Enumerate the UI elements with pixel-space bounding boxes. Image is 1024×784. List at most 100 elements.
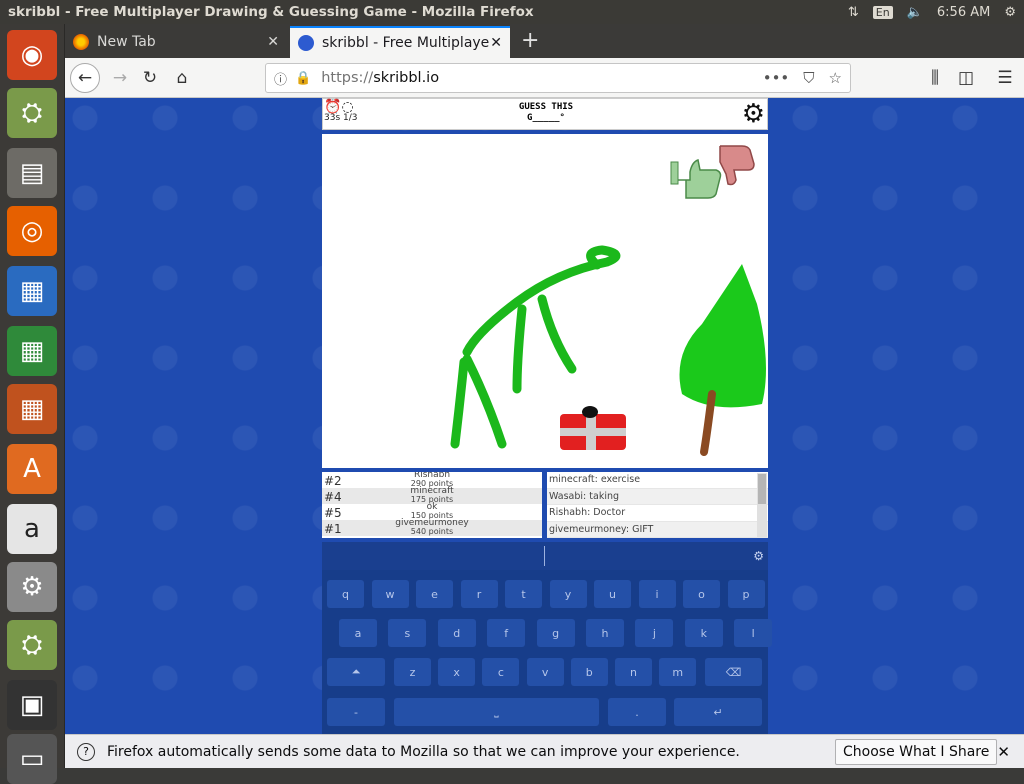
- key-a[interactable]: a: [339, 619, 377, 647]
- disk-installer-2-icon[interactable]: ⛭: [7, 620, 57, 670]
- save-disk-icon[interactable]: ▣: [7, 680, 57, 730]
- sidebar-icon[interactable]: ◫: [951, 63, 981, 93]
- back-icon[interactable]: ←: [70, 63, 100, 93]
- window-title: skribbl - Free Multiplayer Drawing & Gue…: [8, 4, 534, 20]
- skribbl-tab-icon: [298, 35, 314, 51]
- power-icon[interactable]: ⚙: [1004, 5, 1016, 20]
- key-b[interactable]: b: [570, 658, 608, 686]
- text-caret: [544, 546, 545, 566]
- close-notification-icon[interactable]: ✕: [997, 743, 1010, 761]
- bookmark-star-icon[interactable]: ☆: [829, 69, 842, 87]
- writer-icon[interactable]: ▦: [7, 266, 57, 316]
- tab-skribbl[interactable]: skribbl - Free Multiplaye ✕: [290, 26, 510, 58]
- tab-label: New Tab: [97, 34, 156, 50]
- key-g[interactable]: g: [536, 619, 575, 647]
- amazon-icon[interactable]: a: [7, 504, 57, 554]
- thumbs-down-icon[interactable]: [719, 145, 755, 186]
- data-collection-notification: ? Firefox automatically sends some data …: [65, 734, 1024, 768]
- chat-box: minecraft: exercise Wasabi: taking Rishabh…: [547, 472, 768, 538]
- impress-icon[interactable]: ▦: [7, 384, 57, 434]
- page-actions-icon[interactable]: •••: [763, 69, 790, 87]
- key-v[interactable]: v: [526, 658, 564, 686]
- clock[interactable]: 6:56 AM: [937, 5, 990, 20]
- drawing-canvas[interactable]: [322, 134, 768, 468]
- key-p[interactable]: p: [727, 580, 765, 608]
- pocket-icon[interactable]: ⛉: [803, 69, 814, 87]
- key-n[interactable]: n: [615, 658, 652, 686]
- enter-key[interactable]: ↵: [674, 698, 762, 726]
- keyboard-language-indicator[interactable]: En: [872, 5, 893, 19]
- network-icon[interactable]: ⇅: [848, 5, 859, 20]
- chat-message: givemeurmoney: GIFT: [547, 521, 768, 538]
- home-icon[interactable]: ⌂: [167, 63, 197, 93]
- settings-gear-icon[interactable]: ⚙: [742, 100, 765, 128]
- key-r[interactable]: r: [460, 580, 498, 608]
- player-row[interactable]: #1 givemeurmoney 540 points: [322, 519, 542, 536]
- unity-launcher: ◉ ⛭ ▤ ◎ ▦ ▦ ▦ Aa ⚙ ⛭ ▣ ▭: [0, 24, 65, 784]
- gift-drawing: [560, 406, 626, 450]
- key-i[interactable]: i: [638, 580, 676, 608]
- url-bar[interactable]: ⓘ 🔒 https://skribbl.io ••• ⛉ ☆: [265, 63, 851, 93]
- chat-scrollbar[interactable]: [757, 473, 767, 537]
- thumbs-up-icon[interactable]: [670, 159, 722, 199]
- software-center-icon[interactable]: A: [7, 444, 57, 494]
- help-icon: ?: [77, 742, 95, 761]
- lock-icon[interactable]: 🔒: [295, 71, 311, 86]
- site-info-icon[interactable]: ⓘ: [274, 69, 287, 88]
- nav-bar: ← → ↻ ⌂ ⓘ 🔒 https://skribbl.io ••• ⛉ ☆ ⫼…: [65, 58, 1024, 98]
- key-c[interactable]: c: [482, 658, 520, 686]
- key-w[interactable]: w: [371, 580, 409, 608]
- system-settings-icon[interactable]: ⚙: [7, 562, 57, 612]
- guess-label: GUESS THIS: [518, 102, 574, 112]
- key-j[interactable]: j: [635, 619, 674, 647]
- calc-icon[interactable]: ▦: [7, 326, 57, 376]
- key-q[interactable]: q: [327, 580, 364, 608]
- disk-installer-icon[interactable]: ⛭: [7, 88, 57, 138]
- word-hint: GUESS THIS G_____°: [323, 102, 769, 124]
- volume-icon[interactable]: 🔈: [907, 5, 923, 20]
- shift-key[interactable]: ⏶: [327, 658, 385, 686]
- key-y[interactable]: y: [549, 580, 587, 608]
- player-points: 540 points: [410, 527, 454, 536]
- key-s[interactable]: s: [388, 619, 427, 647]
- tab-new-tab[interactable]: New Tab ✕: [65, 26, 287, 58]
- tree-drawing: [679, 264, 766, 456]
- trash-icon[interactable]: ▭: [7, 734, 57, 784]
- key-f[interactable]: f: [487, 619, 526, 647]
- key-h[interactable]: h: [586, 619, 624, 647]
- menu-icon[interactable]: ☰: [990, 63, 1020, 93]
- key-z[interactable]: z: [394, 658, 431, 686]
- key-o[interactable]: o: [683, 580, 720, 608]
- key-e[interactable]: e: [416, 580, 453, 608]
- key-x[interactable]: x: [438, 658, 476, 686]
- dash-key[interactable]: -: [327, 698, 385, 726]
- choose-what-i-share-button[interactable]: Choose What I Share: [835, 739, 998, 765]
- close-tab-icon[interactable]: ✕: [267, 34, 279, 50]
- tab-strip: New Tab ✕ skribbl - Free Multiplaye ✕ +: [65, 24, 1024, 58]
- key-m[interactable]: m: [659, 658, 697, 686]
- library-icon[interactable]: ⫼: [920, 63, 950, 93]
- reload-icon[interactable]: ↻: [135, 63, 165, 93]
- close-tab-icon[interactable]: ✕: [490, 35, 502, 51]
- forward-icon[interactable]: →: [105, 63, 135, 93]
- period-key[interactable]: .: [608, 698, 666, 726]
- backspace-key[interactable]: ⌫: [705, 658, 762, 686]
- firefox-icon[interactable]: ◎: [7, 206, 57, 256]
- drawing: [450, 145, 766, 456]
- skribbl-game: ⏰◌ 33s 1/3 GUESS THIS G_____° ⚙ #2 Risha…: [322, 98, 773, 734]
- key-t[interactable]: t: [505, 580, 542, 608]
- ubuntu-dash-icon[interactable]: ◉: [7, 30, 57, 80]
- tab-label: skribbl - Free Multiplaye: [322, 35, 490, 51]
- space-key[interactable]: ⎵: [394, 698, 599, 726]
- game-header: ⏰◌ 33s 1/3 GUESS THIS G_____° ⚙: [322, 98, 768, 130]
- key-u[interactable]: u: [594, 580, 631, 608]
- keyboard-settings-icon[interactable]: ⚙: [753, 549, 764, 563]
- new-tab-icon[interactable]: +: [521, 28, 539, 53]
- firefox-tab-icon: [73, 34, 89, 50]
- chat-input[interactable]: ⚙: [322, 542, 768, 570]
- key-d[interactable]: d: [437, 619, 476, 647]
- key-l[interactable]: l: [734, 619, 773, 647]
- key-k[interactable]: k: [684, 619, 723, 647]
- url-text[interactable]: https://skribbl.io: [321, 70, 439, 86]
- files-icon[interactable]: ▤: [7, 148, 57, 198]
